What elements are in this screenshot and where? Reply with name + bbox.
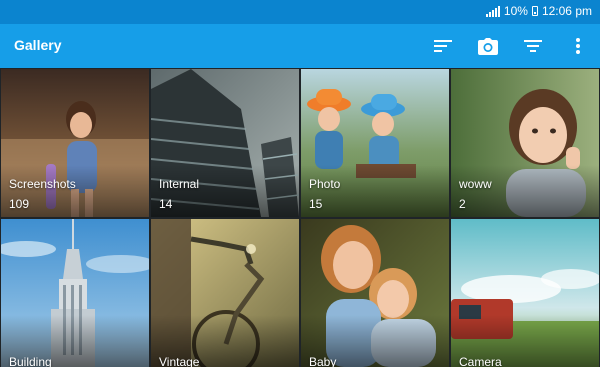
album-count: 14 <box>159 197 173 211</box>
status-bar: 10% 12:06 pm <box>0 0 600 24</box>
camera-button[interactable] <box>465 24 510 68</box>
app-title: Gallery <box>14 37 62 53</box>
sort-icon <box>433 40 452 52</box>
album-name: woww <box>459 177 492 191</box>
album-name: Camera <box>459 355 502 367</box>
album-tile-internal[interactable]: Internal 14 <box>151 69 299 217</box>
app-bar: Gallery <box>0 24 600 68</box>
album-name: Building <box>9 355 52 367</box>
sort-button[interactable] <box>420 24 465 68</box>
battery-percent: 10% <box>503 4 528 18</box>
album-name: Photo <box>309 177 341 191</box>
album-grid: Screenshots 109 Internal 14 Photo 15 wow… <box>0 68 600 367</box>
album-tile-vintage[interactable]: Vintage <box>151 219 299 367</box>
battery-icon <box>531 6 538 16</box>
album-name: Baby <box>309 355 337 367</box>
album-name: Vintage <box>159 355 200 367</box>
album-tile-screenshots[interactable]: Screenshots 109 <box>1 69 149 217</box>
album-tile-building[interactable]: Building <box>1 219 149 367</box>
album-count: 15 <box>309 197 323 211</box>
album-name: Screenshots <box>9 177 76 191</box>
camera-icon <box>477 37 498 55</box>
album-tile-camera[interactable]: Camera <box>451 219 599 367</box>
signal-icon <box>485 5 500 17</box>
album-name: Internal <box>159 177 200 191</box>
album-tile-baby[interactable]: Baby <box>301 219 449 367</box>
album-count: 2 <box>459 197 466 211</box>
more-vert-icon <box>575 38 580 54</box>
album-tile-woww[interactable]: woww 2 <box>451 69 599 217</box>
album-tile-photo[interactable]: Photo 15 <box>301 69 449 217</box>
album-count: 109 <box>9 197 30 211</box>
more-options-button[interactable] <box>555 24 600 68</box>
filter-button[interactable] <box>510 24 555 68</box>
clock: 12:06 pm <box>541 4 592 18</box>
filter-icon <box>523 40 542 52</box>
